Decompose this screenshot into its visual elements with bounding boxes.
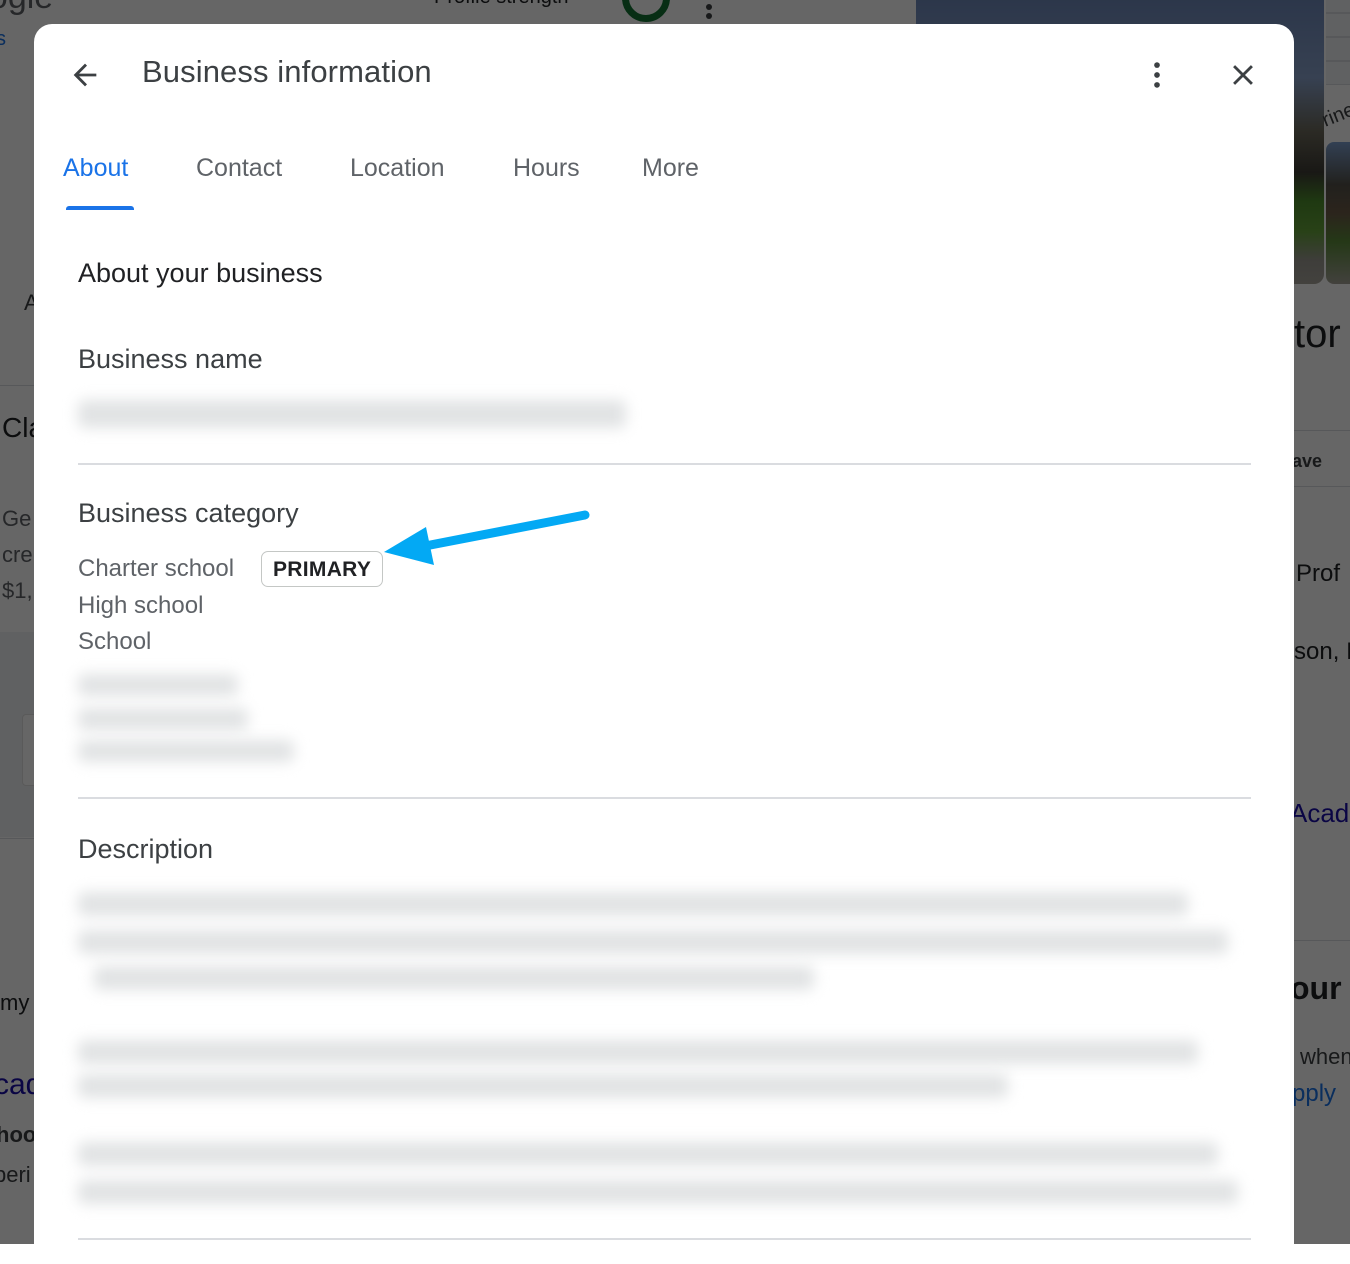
tab-bar: About Contact Location Hours More <box>34 144 1294 214</box>
category-item-primary: Charter school <box>78 555 235 582</box>
section-divider <box>78 1238 1251 1240</box>
close-icon <box>1233 65 1253 85</box>
dialog-header: Business information <box>34 24 1294 124</box>
category-item: School <box>78 628 152 655</box>
business-information-dialog: Business information About Contact Locat… <box>34 24 1294 1264</box>
more-options-button[interactable] <box>1134 52 1180 98</box>
description-label[interactable]: Description <box>78 834 213 865</box>
section-heading: About your business <box>78 258 323 288</box>
tab-hours[interactable]: Hours <box>513 144 580 210</box>
primary-badge: PRIMARY <box>261 551 384 587</box>
tab-contact[interactable]: Contact <box>196 144 282 210</box>
business-name-value-redacted[interactable] <box>78 400 626 428</box>
tab-about[interactable]: About <box>63 144 128 210</box>
dialog-title: Business information <box>142 54 432 89</box>
section-divider <box>78 463 1251 465</box>
business-name-label[interactable]: Business name <box>78 344 263 375</box>
more-vert-icon <box>1154 62 1160 88</box>
section-divider <box>78 797 1251 799</box>
active-tab-indicator <box>66 206 134 210</box>
back-button[interactable] <box>62 52 108 98</box>
business-category-label[interactable]: Business category <box>78 498 299 529</box>
arrow-back-icon <box>73 63 97 87</box>
category-item: High school <box>78 592 204 619</box>
tab-more[interactable]: More <box>642 144 699 210</box>
close-button[interactable] <box>1220 52 1266 98</box>
tab-location[interactable]: Location <box>350 144 445 210</box>
